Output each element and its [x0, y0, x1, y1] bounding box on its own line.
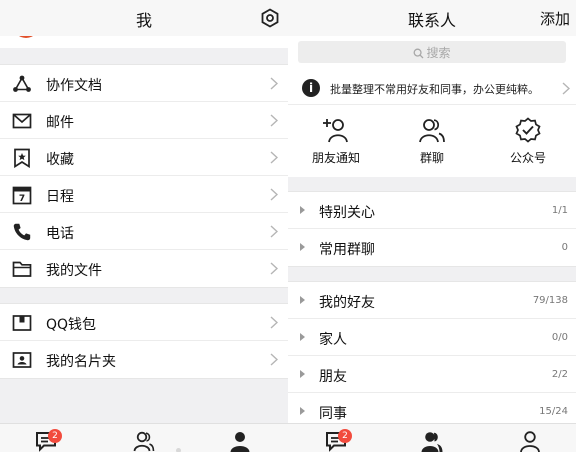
bookmark-icon [14, 148, 30, 168]
settings-hexagon-icon[interactable] [260, 8, 280, 28]
me-screen: 我 协作文档 邮件 收藏 7 日程 电话 我的文件 QQ钱包 我的名片夹 2 [0, 0, 288, 452]
group-count: 2/2 [551, 369, 568, 380]
me-tab-icon[interactable] [229, 430, 251, 452]
tab-indicator-dot [176, 448, 181, 452]
expand-arrow-icon [300, 206, 305, 214]
search-input[interactable]: 搜索 [298, 41, 566, 63]
messages-badge: 2 [338, 429, 352, 443]
chevron-right-icon [562, 82, 570, 95]
group-name: 常用群聊 [319, 242, 375, 258]
profile-card-edge [0, 36, 288, 48]
chevron-right-icon [270, 353, 278, 366]
me-tab-icon[interactable] [519, 430, 541, 452]
group-name: 我的好友 [319, 295, 375, 311]
menu-item-label: 收藏 [46, 152, 74, 168]
menu-item-card-holder[interactable]: 我的名片夹 [0, 341, 288, 378]
contacts-screen: 联系人 添加 搜索 i 批量整理不常用好友和同事，办公更纯粹。 朋友通知 群聊 … [288, 0, 576, 452]
menu-item-label: 日程 [46, 189, 74, 205]
page-title: 联系人 [407, 11, 456, 30]
menu-item-my-files[interactable]: 我的文件 [0, 250, 288, 287]
svg-text:7: 7 [19, 194, 25, 204]
phone-icon [13, 223, 31, 241]
chevron-right-icon [270, 225, 278, 238]
contact-groups-friends: 我的好友 79/138 家人 0/0 朋友 2/2 同事 15/24 [288, 281, 576, 431]
expand-arrow-icon [300, 243, 305, 251]
chevron-right-icon [270, 188, 278, 201]
folder-icon [12, 261, 32, 277]
add-friend-icon [323, 119, 348, 143]
contact-group-row[interactable]: 家人 0/0 [288, 319, 576, 356]
group-chats-button[interactable]: 群聊 [384, 105, 480, 177]
group-chat-icon [419, 119, 445, 143]
menu-item-label: 我的名片夹 [46, 354, 116, 370]
search-placeholder: 搜索 [426, 46, 451, 60]
menu-item-collab-docs[interactable]: 协作文档 [0, 65, 288, 102]
contact-group-row[interactable]: 我的好友 79/138 [288, 282, 576, 319]
me-menu-group-2: QQ钱包 我的名片夹 [0, 303, 288, 379]
quick-action-label: 朋友通知 [311, 151, 360, 165]
menu-item-schedule[interactable]: 7 日程 [0, 176, 288, 213]
menu-item-label: QQ钱包 [46, 317, 97, 333]
bottom-tab-bar: 2 [288, 423, 576, 452]
menu-item-favorites[interactable]: 收藏 [0, 139, 288, 176]
calendar-icon: 7 [12, 186, 32, 205]
verified-badge-icon [515, 117, 541, 143]
chevron-right-icon [270, 114, 278, 127]
quick-action-label: 公众号 [509, 151, 546, 165]
menu-item-label: 协作文档 [46, 78, 102, 94]
share-nodes-icon [13, 75, 31, 92]
search-icon [414, 48, 424, 59]
contact-group-row[interactable]: 常用群聊 0 [288, 229, 576, 266]
menu-item-qq-wallet[interactable]: QQ钱包 [0, 304, 288, 341]
notice-text: 批量整理不常用好友和同事，办公更纯粹。 [330, 83, 539, 96]
group-name: 朋友 [319, 369, 347, 385]
me-menu-group-1: 协作文档 邮件 收藏 7 日程 电话 我的文件 [0, 64, 288, 288]
messages-badge: 2 [48, 429, 62, 443]
chevron-right-icon [270, 262, 278, 275]
menu-item-mail[interactable]: 邮件 [0, 102, 288, 139]
quick-action-label: 群聊 [419, 151, 444, 165]
group-count: 79/138 [532, 295, 568, 306]
expand-arrow-icon [300, 370, 305, 378]
group-name: 家人 [319, 332, 347, 348]
contacts-tab-icon[interactable] [133, 430, 155, 452]
group-count: 15/24 [539, 406, 568, 417]
add-button[interactable]: 添加 [540, 8, 570, 29]
expand-arrow-icon [300, 296, 305, 304]
quick-actions: 朋友通知 群聊 公众号 [288, 105, 576, 177]
me-header: 我 [0, 0, 288, 36]
bottom-tab-bar: 2 [0, 423, 288, 452]
official-accounts-button[interactable]: 公众号 [480, 105, 576, 177]
group-count: 0/0 [551, 332, 568, 343]
menu-item-label: 我的文件 [46, 263, 102, 279]
mail-icon [12, 113, 32, 129]
chevron-right-icon [270, 77, 278, 90]
group-count: 1/1 [551, 205, 568, 216]
chevron-right-icon [270, 316, 278, 329]
menu-item-label: 电话 [46, 226, 74, 242]
group-count: 0 [561, 242, 568, 253]
menu-item-phone[interactable]: 电话 [0, 213, 288, 250]
contact-group-row[interactable]: 特别关心 1/1 [288, 192, 576, 229]
card-holder-icon [12, 352, 32, 368]
cleanup-notice-banner[interactable]: i 批量整理不常用好友和同事，办公更纯粹。 [288, 71, 576, 105]
info-icon: i [302, 79, 320, 97]
contact-groups-special: 特别关心 1/1 常用群聊 0 [288, 191, 576, 267]
contacts-tab-icon[interactable] [421, 430, 443, 452]
group-name: 特别关心 [319, 205, 375, 221]
friend-notifications-button[interactable]: 朋友通知 [288, 105, 384, 177]
expand-arrow-icon [300, 333, 305, 341]
menu-item-label: 邮件 [46, 115, 74, 131]
contact-group-row[interactable]: 朋友 2/2 [288, 356, 576, 393]
wallet-icon [12, 315, 32, 331]
group-name: 同事 [319, 406, 347, 422]
expand-arrow-icon [300, 407, 305, 415]
contacts-header: 联系人 添加 [288, 0, 576, 36]
page-title: 我 [135, 11, 152, 30]
chevron-right-icon [270, 151, 278, 164]
